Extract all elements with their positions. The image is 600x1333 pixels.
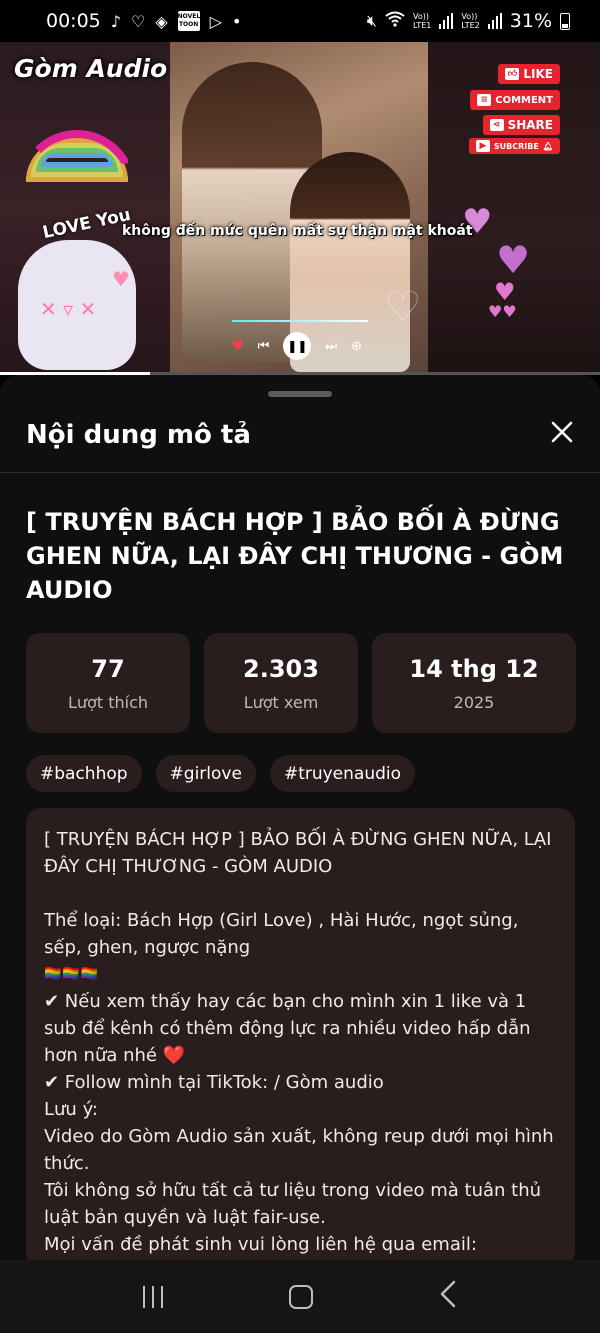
description-follow: ✔ Follow mình tại TikTok: / Gòm audio (44, 1072, 384, 1093)
hashtag-chip[interactable]: #girlove (155, 755, 256, 792)
comment-sticker-button: ≡ COMMENT (470, 90, 560, 110)
sheet-header: Nội dung mô tả (0, 397, 600, 473)
description-box: [ TRUYỆN BÁCH HỢP ] BẢO BỐI À ĐỪNG GHEN … (26, 808, 575, 1260)
close-icon (551, 421, 573, 442)
mute-icon: 🔇︎ (366, 11, 377, 30)
status-right: 🔇︎ Vo)) LTE1 Vo)) LTE2 31% (367, 10, 570, 32)
likes-count: 77 (91, 654, 125, 683)
video-subtitle: không đến mức quên mất sự thận mật khoát (122, 223, 473, 239)
views-count: 2.303 (243, 654, 319, 683)
publish-date: 14 thg 12 (409, 654, 539, 683)
cat-face-icon: ✕ ▿ ✕ (40, 297, 97, 321)
likes-stat: 77 Lượt thích (26, 633, 190, 733)
views-label: Lượt xem (243, 692, 319, 712)
description-contact: Mọi vấn đề phát sinh vui lòng liên hệ qu… (44, 1234, 477, 1255)
status-time: 00:05 (46, 10, 101, 32)
battery-icon (560, 12, 570, 30)
app-icon: ◈ (155, 11, 168, 31)
novel-toon-icon: NOVEL TOON (177, 11, 200, 31)
back-button[interactable] (439, 1280, 457, 1314)
sim2-label: Vo)) LTE2 (461, 12, 480, 30)
system-nav-bar (0, 1260, 600, 1333)
audio-wave (232, 320, 368, 322)
heart-outline-icon: ♡ (384, 282, 422, 331)
share-icon: ⋖ (489, 119, 504, 131)
recent-apps-button[interactable] (143, 1285, 163, 1308)
description-genre: Thể loại: Bách Hợp (Girl Love) , Hài Hướ… (44, 910, 519, 958)
description-sheet: Nội dung mô tả [ TRUYỆN BÁCH HỢP ] BẢO B… (0, 375, 600, 1260)
heart-icon: ♥♥ (488, 302, 517, 321)
share-sticker-button: ⋖ SHARE (482, 115, 560, 135)
dot-icon: • (231, 11, 242, 31)
video-player[interactable]: Gòm Audio ✕ ▿ ✕ LOVE You ♥ ♥ ♥ ♥ ♥♥ ♡ 👍︎… (0, 42, 600, 375)
description-copyright: Tôi không sở hữu tất cả tư liệu trong vi… (44, 1180, 542, 1228)
battery-percent: 31% (509, 10, 552, 32)
likes-label: Lượt thích (68, 692, 148, 712)
status-bar: 00:05 ♪ ♡ ◈ NOVEL TOON ▷ • 🔇︎ Vo)) LTE1 V… (0, 0, 600, 42)
signal-icon (487, 13, 502, 29)
like-sticker-button: 👍︎ LIKE (498, 64, 560, 84)
thumb-up-icon: 👍︎ (505, 68, 520, 80)
date-stat: 14 thg 12 2025 (372, 633, 576, 733)
sheet-title: Nội dung mô tả (26, 419, 251, 450)
heart-icon: ♥ (112, 267, 130, 291)
channel-logo: Gòm Audio (14, 54, 168, 83)
heart-icon: ♥ (496, 238, 531, 282)
bell-icon: 🔔︎ (542, 141, 553, 151)
play-icon: ▶ (475, 140, 490, 152)
description-note: Video do Gòm Audio sản xuất, không reup … (44, 1126, 554, 1174)
signal-icon (439, 13, 454, 29)
description-request: ✔ Nếu xem thấy hay các bạn cho mình xin … (44, 991, 531, 1066)
video-title: [ TRUYỆN BÁCH HỢP ] BẢO BỐI À ĐỪNG GHEN … (26, 508, 564, 604)
stats-row: 77 Lượt thích 2.303 Lượt xem 14 thg 12 2… (26, 633, 576, 733)
hashtag-chip[interactable]: #bachhop (26, 755, 142, 792)
hashtag-row: #bachhop #girlove #truyenaudio (26, 755, 416, 792)
sim1-label: Vo)) LTE1 (412, 12, 432, 30)
wifi-icon (385, 11, 405, 31)
subscribe-sticker-button: ▶ SUBCRIBE 🔔︎ (468, 138, 560, 154)
play-icon: ▷ (209, 11, 222, 31)
publish-year: 2025 (453, 692, 495, 712)
previous-icon: ⏮︎ (257, 338, 270, 354)
tiktok-icon: ♪ (110, 11, 121, 31)
close-button[interactable] (550, 420, 574, 450)
heart-icon: ♥ (232, 338, 244, 354)
rainbow-flag-icon: 🏳️‍🌈🏳️‍🌈🏳️‍🌈 (44, 966, 100, 982)
views-stat: 2.303 Lượt xem (204, 633, 358, 733)
comment-icon: ≡ (477, 94, 492, 106)
hashtag-chip[interactable]: #truyenaudio (269, 755, 416, 792)
description-heading: [ TRUYỆN BÁCH HỢP ] BẢO BỐI À ĐỪNG GHEN … (44, 829, 552, 877)
player-controls: ♥ ⏮︎ ❚❚ ⏭︎ ⊕ (232, 332, 362, 360)
messenger-icon: ♡ (130, 11, 146, 31)
home-button[interactable] (289, 1284, 313, 1309)
pause-icon: ❚❚ (283, 332, 312, 360)
description-note-label: Lưu ý: (44, 1099, 98, 1120)
status-left: 00:05 ♪ ♡ ◈ NOVEL TOON ▷ • (46, 10, 241, 32)
next-icon: ⏭︎ (325, 338, 338, 354)
back-icon (440, 1280, 456, 1307)
add-icon: ⊕ (351, 338, 362, 354)
